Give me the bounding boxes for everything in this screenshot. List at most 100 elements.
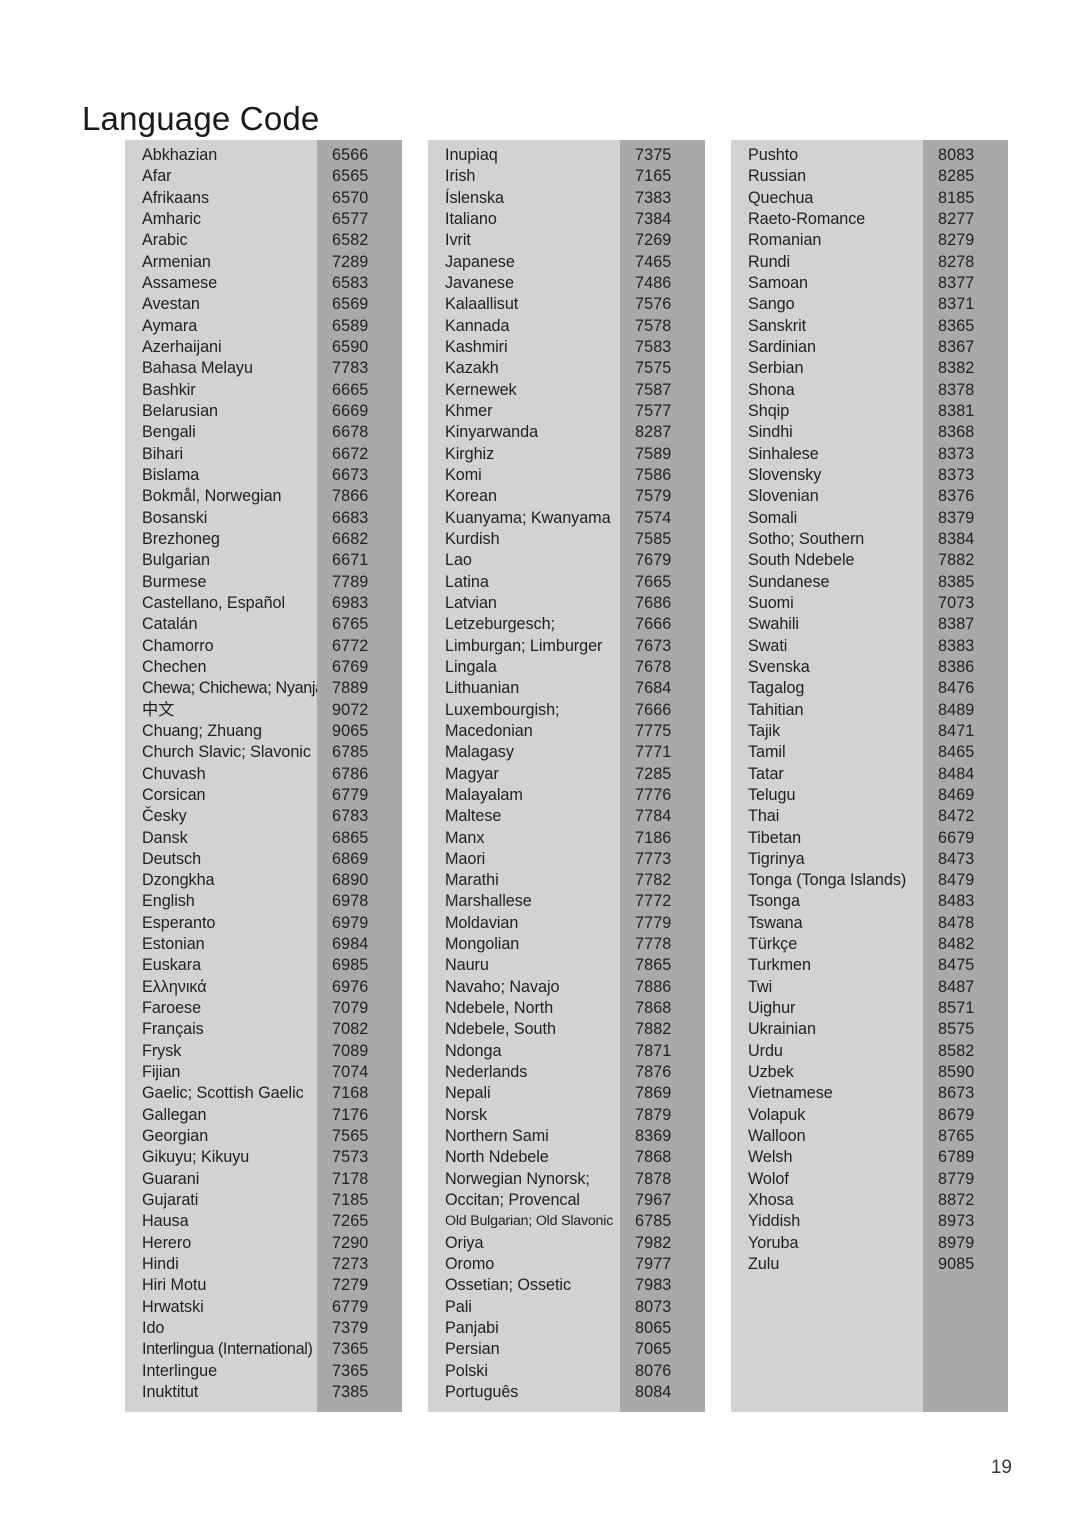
language-name: Tahitian — [748, 700, 804, 719]
language-name: Ndebele, South — [445, 1020, 556, 1039]
language-code-table: Abkhazian Afar Afrikaans Amharic Arabic Armen… — [125, 140, 1010, 1412]
language-code: 7583 — [635, 337, 672, 356]
language-code: 8279 — [938, 231, 975, 250]
code-block-1: Abkhazian Afar Afrikaans Amharic Arabic Armen… — [125, 140, 402, 1412]
language-name: Slovensky — [748, 465, 822, 484]
language-name: Chuvash — [142, 764, 206, 783]
language-name: Catalán — [142, 615, 198, 634]
language-code: 9072 — [332, 700, 369, 719]
language-name: Sundanese — [748, 572, 830, 591]
language-name: Wolof — [748, 1169, 789, 1188]
language-code: 6789 — [938, 1148, 975, 1167]
language-name: Pali — [445, 1297, 472, 1316]
language-name: Guarani — [142, 1169, 200, 1188]
language-name: Kazakh — [445, 359, 499, 378]
language-name: Gallegan — [142, 1105, 207, 1124]
language-code: 7089 — [332, 1041, 369, 1060]
language-code: 7882 — [635, 1020, 672, 1039]
language-code: 8582 — [938, 1041, 975, 1060]
language-name: Navaho; Navajo — [445, 977, 560, 996]
language-code: 7575 — [635, 359, 672, 378]
language-name: Castellano, Español — [142, 593, 286, 612]
language-code: 7665 — [635, 572, 672, 591]
language-name: Samoan — [748, 273, 808, 292]
language-code: 7586 — [635, 465, 672, 484]
language-name: Hrwatski — [142, 1297, 204, 1316]
language-code: 7186 — [635, 828, 672, 847]
language-code: 7074 — [332, 1063, 369, 1082]
language-code: 7185 — [332, 1191, 369, 1210]
language-code: 6785 — [332, 743, 369, 762]
language-code: 8590 — [938, 1063, 975, 1082]
language-code: 8065 — [635, 1319, 672, 1338]
language-name: Italiano — [445, 209, 497, 228]
language-code: 7290 — [332, 1233, 369, 1252]
language-code: 7776 — [635, 785, 672, 804]
language-name: Manx — [445, 828, 485, 847]
language-name: Limburgan; Limburger — [445, 636, 603, 655]
language-name: Lao — [445, 551, 472, 570]
language-code: 7666 — [635, 700, 672, 719]
language-name: Arabic — [142, 231, 188, 250]
language-code: 8378 — [938, 380, 975, 399]
language-name: Rundi — [748, 252, 791, 271]
language-name: Mongolian — [445, 935, 520, 954]
language-name: Ido — [142, 1319, 165, 1338]
language-code: 7587 — [635, 380, 672, 399]
language-code: 7865 — [635, 956, 672, 975]
language-name: Belarusian — [142, 401, 218, 420]
language-name: Fijian — [142, 1063, 181, 1082]
language-code: 7073 — [938, 593, 975, 612]
language-name: Kurdish — [445, 529, 500, 548]
language-code: 8383 — [938, 636, 975, 655]
language-name: Brezhoneg — [142, 529, 220, 548]
language-name-column: Inupiaq Irish Íslenska Italiano Ivrit Japanes… — [428, 140, 620, 1412]
language-name: Faroese — [142, 999, 202, 1018]
language-name: Raeto-Romance — [748, 209, 866, 228]
language-name: Inuktitut — [142, 1383, 199, 1402]
language-code: 6566 — [332, 146, 369, 164]
code-block-3: Pushto Russian Quechua Raeto-Romance Romania… — [731, 140, 1008, 1412]
language-name: Shona — [748, 380, 795, 399]
language-code: 7079 — [332, 999, 369, 1018]
language-code: 8571 — [938, 999, 975, 1018]
language-name: Letzeburgesch; — [445, 615, 555, 634]
language-name: Herero — [142, 1233, 192, 1252]
language-name: English — [142, 892, 195, 911]
language-code: 8084 — [635, 1383, 672, 1402]
language-name: Russian — [748, 167, 807, 186]
language-name: Sindhi — [748, 423, 793, 442]
language-name: Svenska — [748, 657, 810, 676]
language-code: 7574 — [635, 508, 672, 527]
language-code: 8384 — [938, 529, 975, 548]
language-name: Maltese — [445, 807, 502, 826]
language-name: Bosanski — [142, 508, 208, 527]
language-code: 8484 — [938, 764, 975, 783]
language-name: Tibetan — [748, 828, 802, 847]
code-block-2: Inupiaq Irish Íslenska Italiano Ivrit Japanes… — [428, 140, 705, 1412]
language-code: 7576 — [635, 295, 672, 314]
language-code: 8469 — [938, 785, 975, 804]
language-code: 8083 — [938, 146, 975, 164]
language-name: Slovenian — [748, 487, 819, 506]
language-name: Uighur — [748, 999, 796, 1018]
language-name: Česky — [142, 807, 187, 826]
language-name: Bahasa Melayu — [142, 359, 253, 378]
language-code: 6890 — [332, 871, 369, 890]
language-name: Amharic — [142, 209, 202, 228]
language-code: 8287 — [635, 423, 672, 442]
language-code: 6779 — [332, 1297, 369, 1316]
language-name: Swati — [748, 636, 788, 655]
language-code: 8482 — [938, 935, 975, 954]
language-code: 7882 — [938, 551, 975, 570]
language-code: 6979 — [332, 913, 369, 932]
language-code: 6577 — [332, 209, 369, 228]
language-code: 8278 — [938, 252, 975, 271]
language-name: Macedonian — [445, 721, 533, 740]
language-name: Romanian — [748, 231, 822, 250]
language-name: Bokmål, Norwegian — [142, 487, 282, 506]
language-name: Íslenska — [445, 188, 504, 207]
language-code: 8371 — [938, 295, 975, 314]
language-code: 6786 — [332, 764, 369, 783]
language-code: 7265 — [332, 1212, 369, 1231]
